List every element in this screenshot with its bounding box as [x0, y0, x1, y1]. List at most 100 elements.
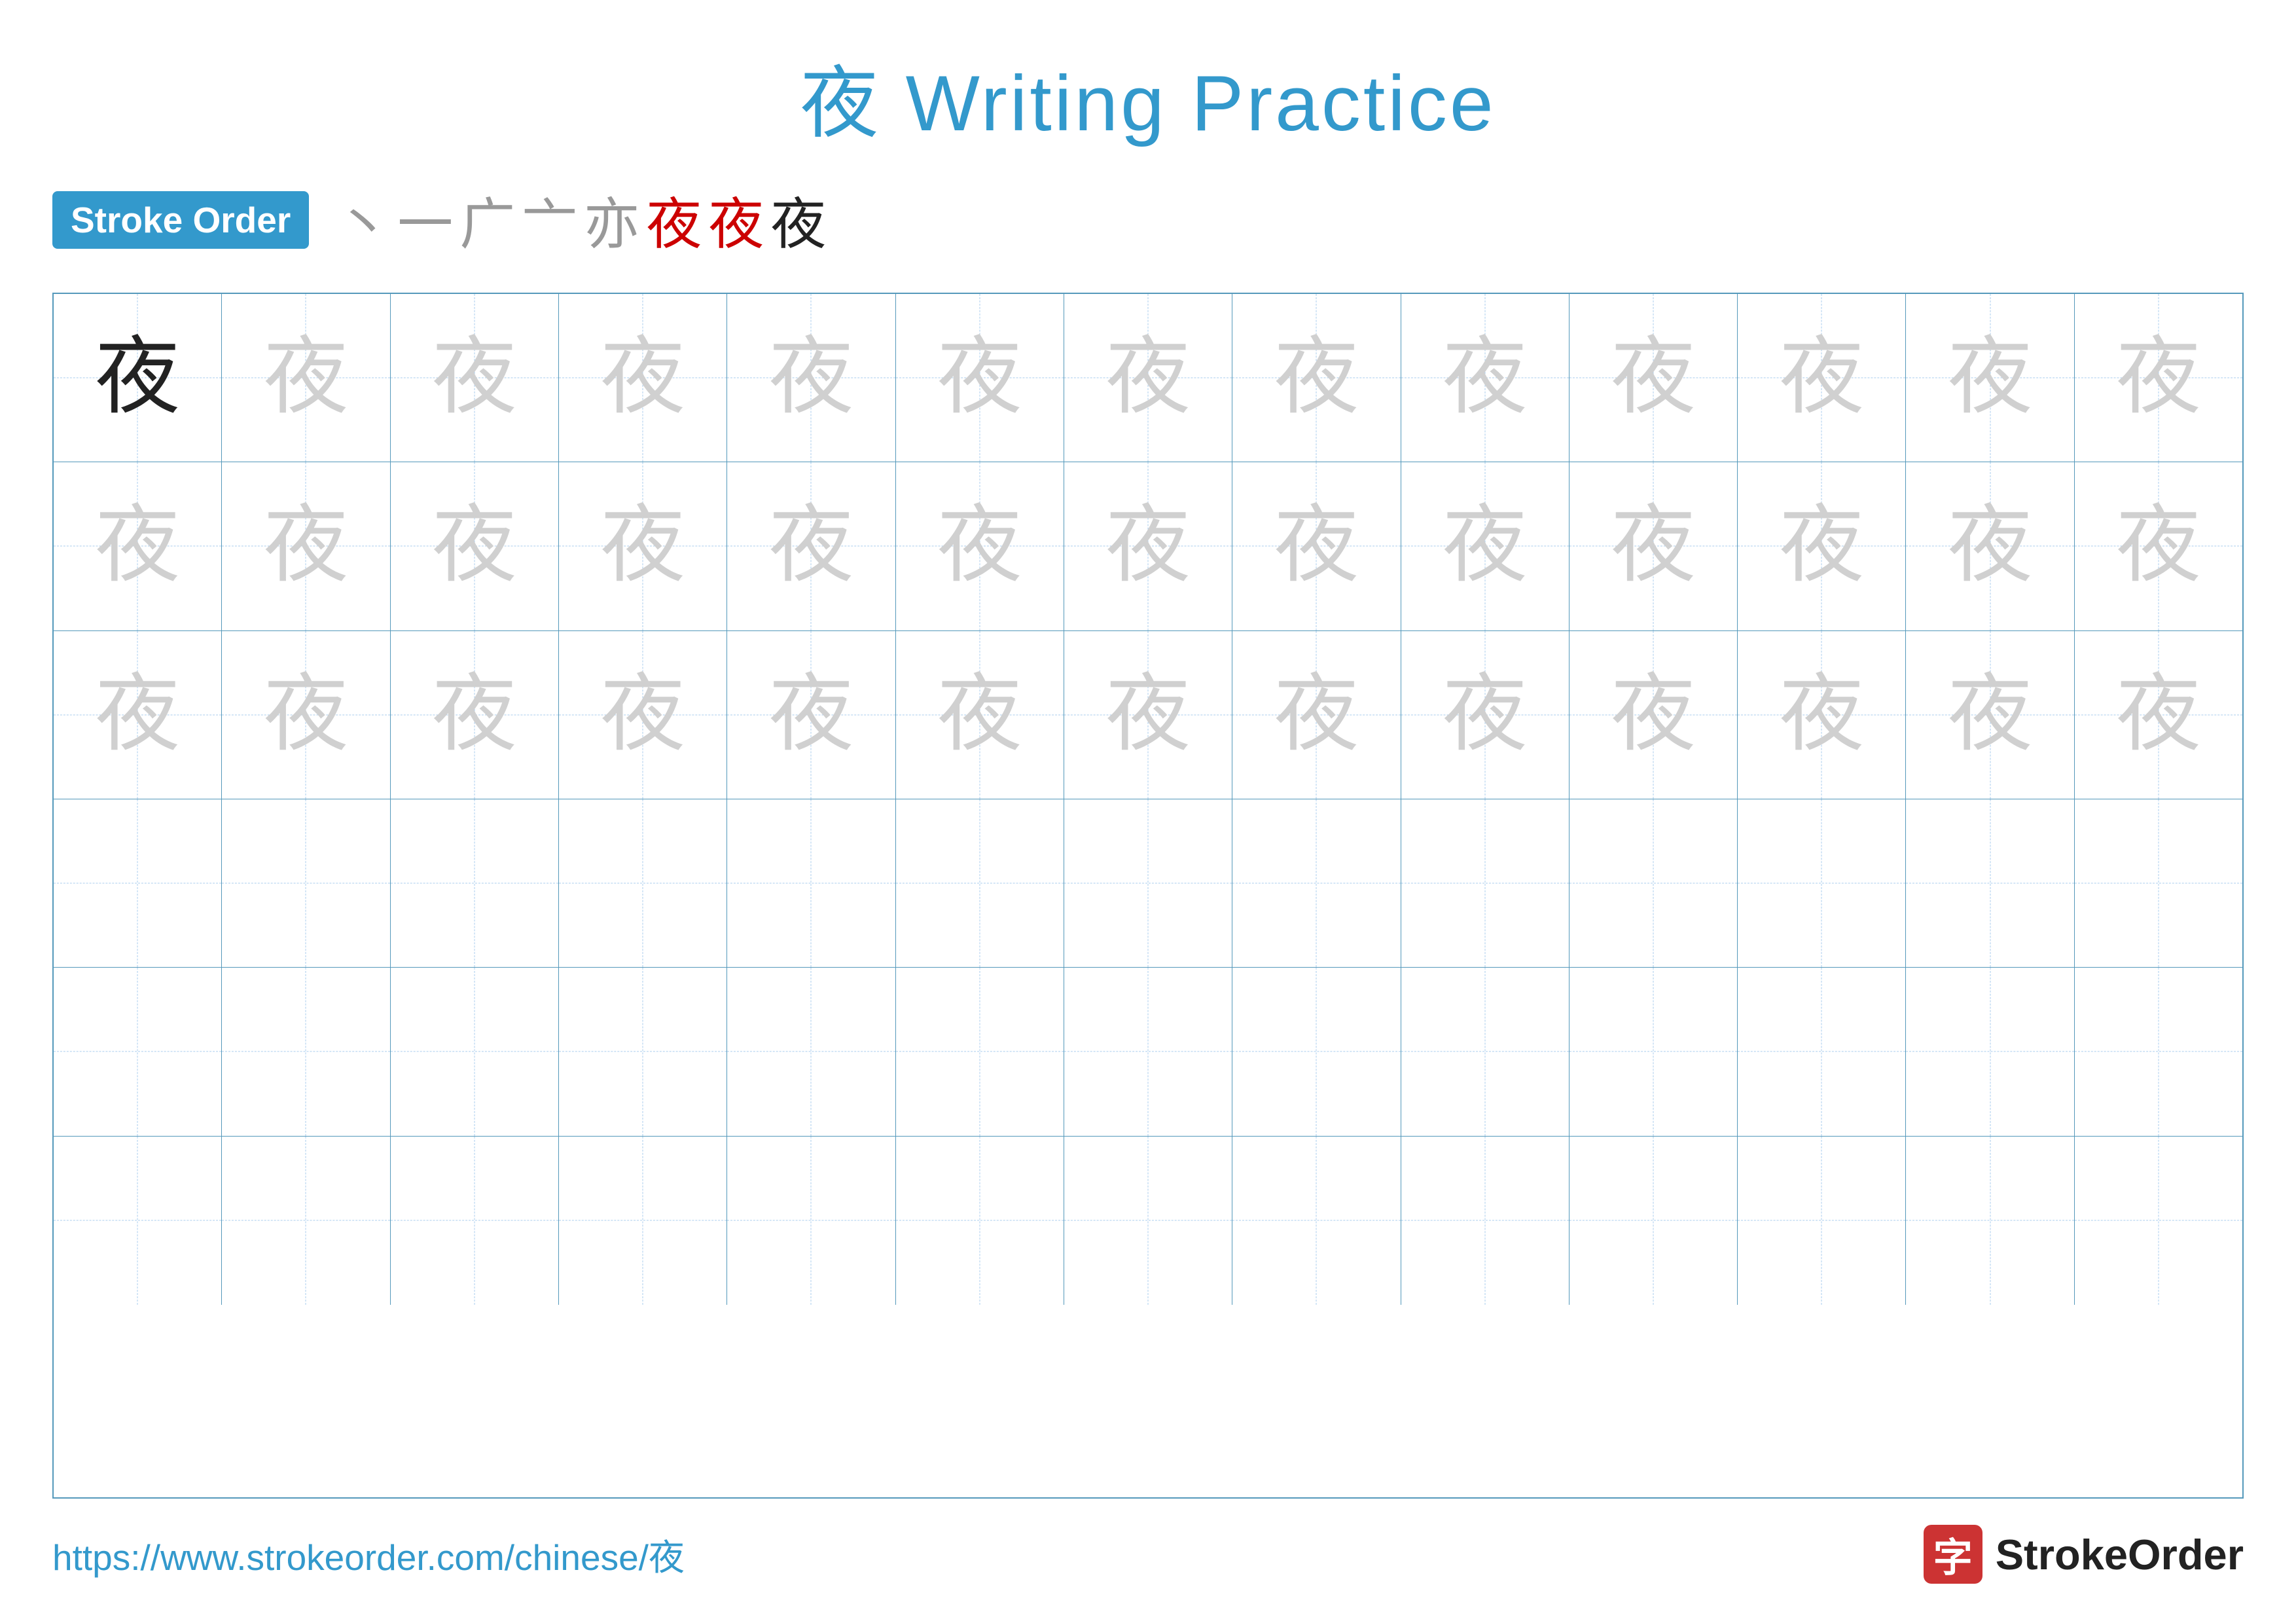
cell-character: 夜	[95, 335, 180, 420]
grid-cell[interactable]	[559, 799, 727, 968]
grid-cell[interactable]	[1064, 1137, 1232, 1305]
grid-cell[interactable]: 夜	[54, 462, 222, 630]
grid-cell[interactable]: 夜	[1401, 294, 1570, 462]
grid-cell[interactable]: 夜	[1738, 462, 1906, 630]
grid-cell[interactable]	[1906, 968, 2074, 1136]
grid-cell[interactable]	[1570, 1137, 1738, 1305]
grid-cell[interactable]	[391, 968, 559, 1136]
grid-cell[interactable]	[727, 968, 895, 1136]
grid-cell[interactable]	[896, 1137, 1064, 1305]
cell-character: 夜	[768, 503, 853, 589]
grid-cell[interactable]: 夜	[222, 294, 390, 462]
grid-cell[interactable]	[1570, 799, 1738, 968]
cell-character: 夜	[263, 335, 348, 420]
cell-character: 夜	[1443, 335, 1528, 420]
cell-character: 夜	[1948, 672, 2033, 757]
grid-row-1: 夜 夜 夜 夜 夜 夜 夜 夜 夜 夜 夜 夜 夜	[54, 294, 2242, 462]
grid-cell[interactable]: 夜	[727, 631, 895, 799]
grid-cell[interactable]	[727, 799, 895, 968]
grid-cell[interactable]	[54, 1137, 222, 1305]
grid-cell[interactable]: 夜	[1738, 294, 1906, 462]
grid-cell[interactable]	[1232, 968, 1401, 1136]
grid-cell[interactable]: 夜	[1738, 631, 1906, 799]
grid-cell[interactable]: 夜	[54, 294, 222, 462]
cell-character: 夜	[600, 672, 685, 757]
grid-cell[interactable]: 夜	[1401, 462, 1570, 630]
grid-cell[interactable]	[1401, 968, 1570, 1136]
grid-cell[interactable]: 夜	[1570, 462, 1738, 630]
grid-cell[interactable]: 夜	[896, 462, 1064, 630]
grid-cell[interactable]	[391, 1137, 559, 1305]
grid-cell[interactable]: 夜	[727, 294, 895, 462]
grid-cell[interactable]: 夜	[391, 462, 559, 630]
grid-cell[interactable]: 夜	[2075, 462, 2242, 630]
grid-cell[interactable]: 夜	[1401, 631, 1570, 799]
grid-cell[interactable]	[1064, 799, 1232, 968]
grid-cell[interactable]: 夜	[1906, 294, 2074, 462]
grid-cell[interactable]	[2075, 1137, 2242, 1305]
grid-cell[interactable]	[1906, 799, 2074, 968]
stroke-5: 亦	[584, 179, 639, 260]
cell-character: 夜	[1105, 672, 1191, 757]
grid-cell[interactable]	[559, 968, 727, 1136]
grid-cell[interactable]: 夜	[222, 462, 390, 630]
grid-cell[interactable]	[1401, 1137, 1570, 1305]
grid-cell[interactable]: 夜	[559, 631, 727, 799]
grid-cell[interactable]: 夜	[54, 631, 222, 799]
grid-cell[interactable]: 夜	[1232, 294, 1401, 462]
grid-cell[interactable]: 夜	[559, 294, 727, 462]
grid-cell[interactable]: 夜	[1570, 294, 1738, 462]
grid-cell[interactable]	[54, 968, 222, 1136]
grid-cell[interactable]: 夜	[1906, 631, 2074, 799]
grid-cell[interactable]: 夜	[391, 631, 559, 799]
cell-character: 夜	[768, 672, 853, 757]
grid-cell[interactable]	[222, 799, 390, 968]
cell-character: 夜	[432, 503, 517, 589]
grid-cell[interactable]	[559, 1137, 727, 1305]
grid-cell[interactable]	[1232, 1137, 1401, 1305]
grid-cell[interactable]	[1738, 968, 1906, 1136]
grid-cell[interactable]: 夜	[1064, 462, 1232, 630]
grid-cell[interactable]	[2075, 968, 2242, 1136]
grid-cell[interactable]	[1738, 1137, 1906, 1305]
grid-cell[interactable]: 夜	[1570, 631, 1738, 799]
grid-cell[interactable]	[1570, 968, 1738, 1136]
grid-cell[interactable]: 夜	[2075, 631, 2242, 799]
grid-cell[interactable]	[222, 968, 390, 1136]
cell-character: 夜	[1948, 503, 2033, 589]
grid-cell[interactable]: 夜	[1906, 462, 2074, 630]
cell-character: 夜	[432, 672, 517, 757]
grid-cell[interactable]	[54, 799, 222, 968]
stroke-6: 夜	[646, 179, 702, 260]
grid-cell[interactable]: 夜	[896, 631, 1064, 799]
grid-cell[interactable]	[1064, 968, 1232, 1136]
footer-logo: 字 StrokeOrder	[1924, 1525, 2244, 1584]
grid-cell[interactable]: 夜	[1064, 631, 1232, 799]
grid-cell[interactable]: 夜	[1064, 294, 1232, 462]
grid-cell[interactable]	[1906, 1137, 2074, 1305]
grid-cell[interactable]	[727, 1137, 895, 1305]
footer-url[interactable]: https://www.strokeorder.com/chinese/夜	[52, 1528, 685, 1580]
grid-cell[interactable]: 夜	[1232, 462, 1401, 630]
grid-cell[interactable]: 夜	[2075, 294, 2242, 462]
grid-cell[interactable]	[2075, 799, 2242, 968]
grid-cell[interactable]	[1232, 799, 1401, 968]
grid-cell[interactable]	[391, 799, 559, 968]
grid-cell[interactable]: 夜	[391, 294, 559, 462]
cell-character: 夜	[937, 672, 1022, 757]
grid-cell[interactable]	[896, 799, 1064, 968]
grid-cell[interactable]	[1401, 799, 1570, 968]
grid-cell[interactable]	[222, 1137, 390, 1305]
grid-cell[interactable]: 夜	[896, 294, 1064, 462]
page-title: 夜 Writing Practice	[800, 39, 1496, 153]
grid-cell[interactable]: 夜	[559, 462, 727, 630]
grid-row-2: 夜 夜 夜 夜 夜 夜 夜 夜 夜 夜 夜 夜 夜	[54, 462, 2242, 630]
cell-character: 夜	[1443, 672, 1528, 757]
grid-cell[interactable]: 夜	[727, 462, 895, 630]
grid-cell[interactable]: 夜	[222, 631, 390, 799]
grid-row-3: 夜 夜 夜 夜 夜 夜 夜 夜 夜 夜 夜 夜 夜	[54, 631, 2242, 799]
grid-cell[interactable]: 夜	[1232, 631, 1401, 799]
footer: https://www.strokeorder.com/chinese/夜 字 …	[52, 1525, 2244, 1584]
grid-cell[interactable]	[896, 968, 1064, 1136]
grid-cell[interactable]	[1738, 799, 1906, 968]
